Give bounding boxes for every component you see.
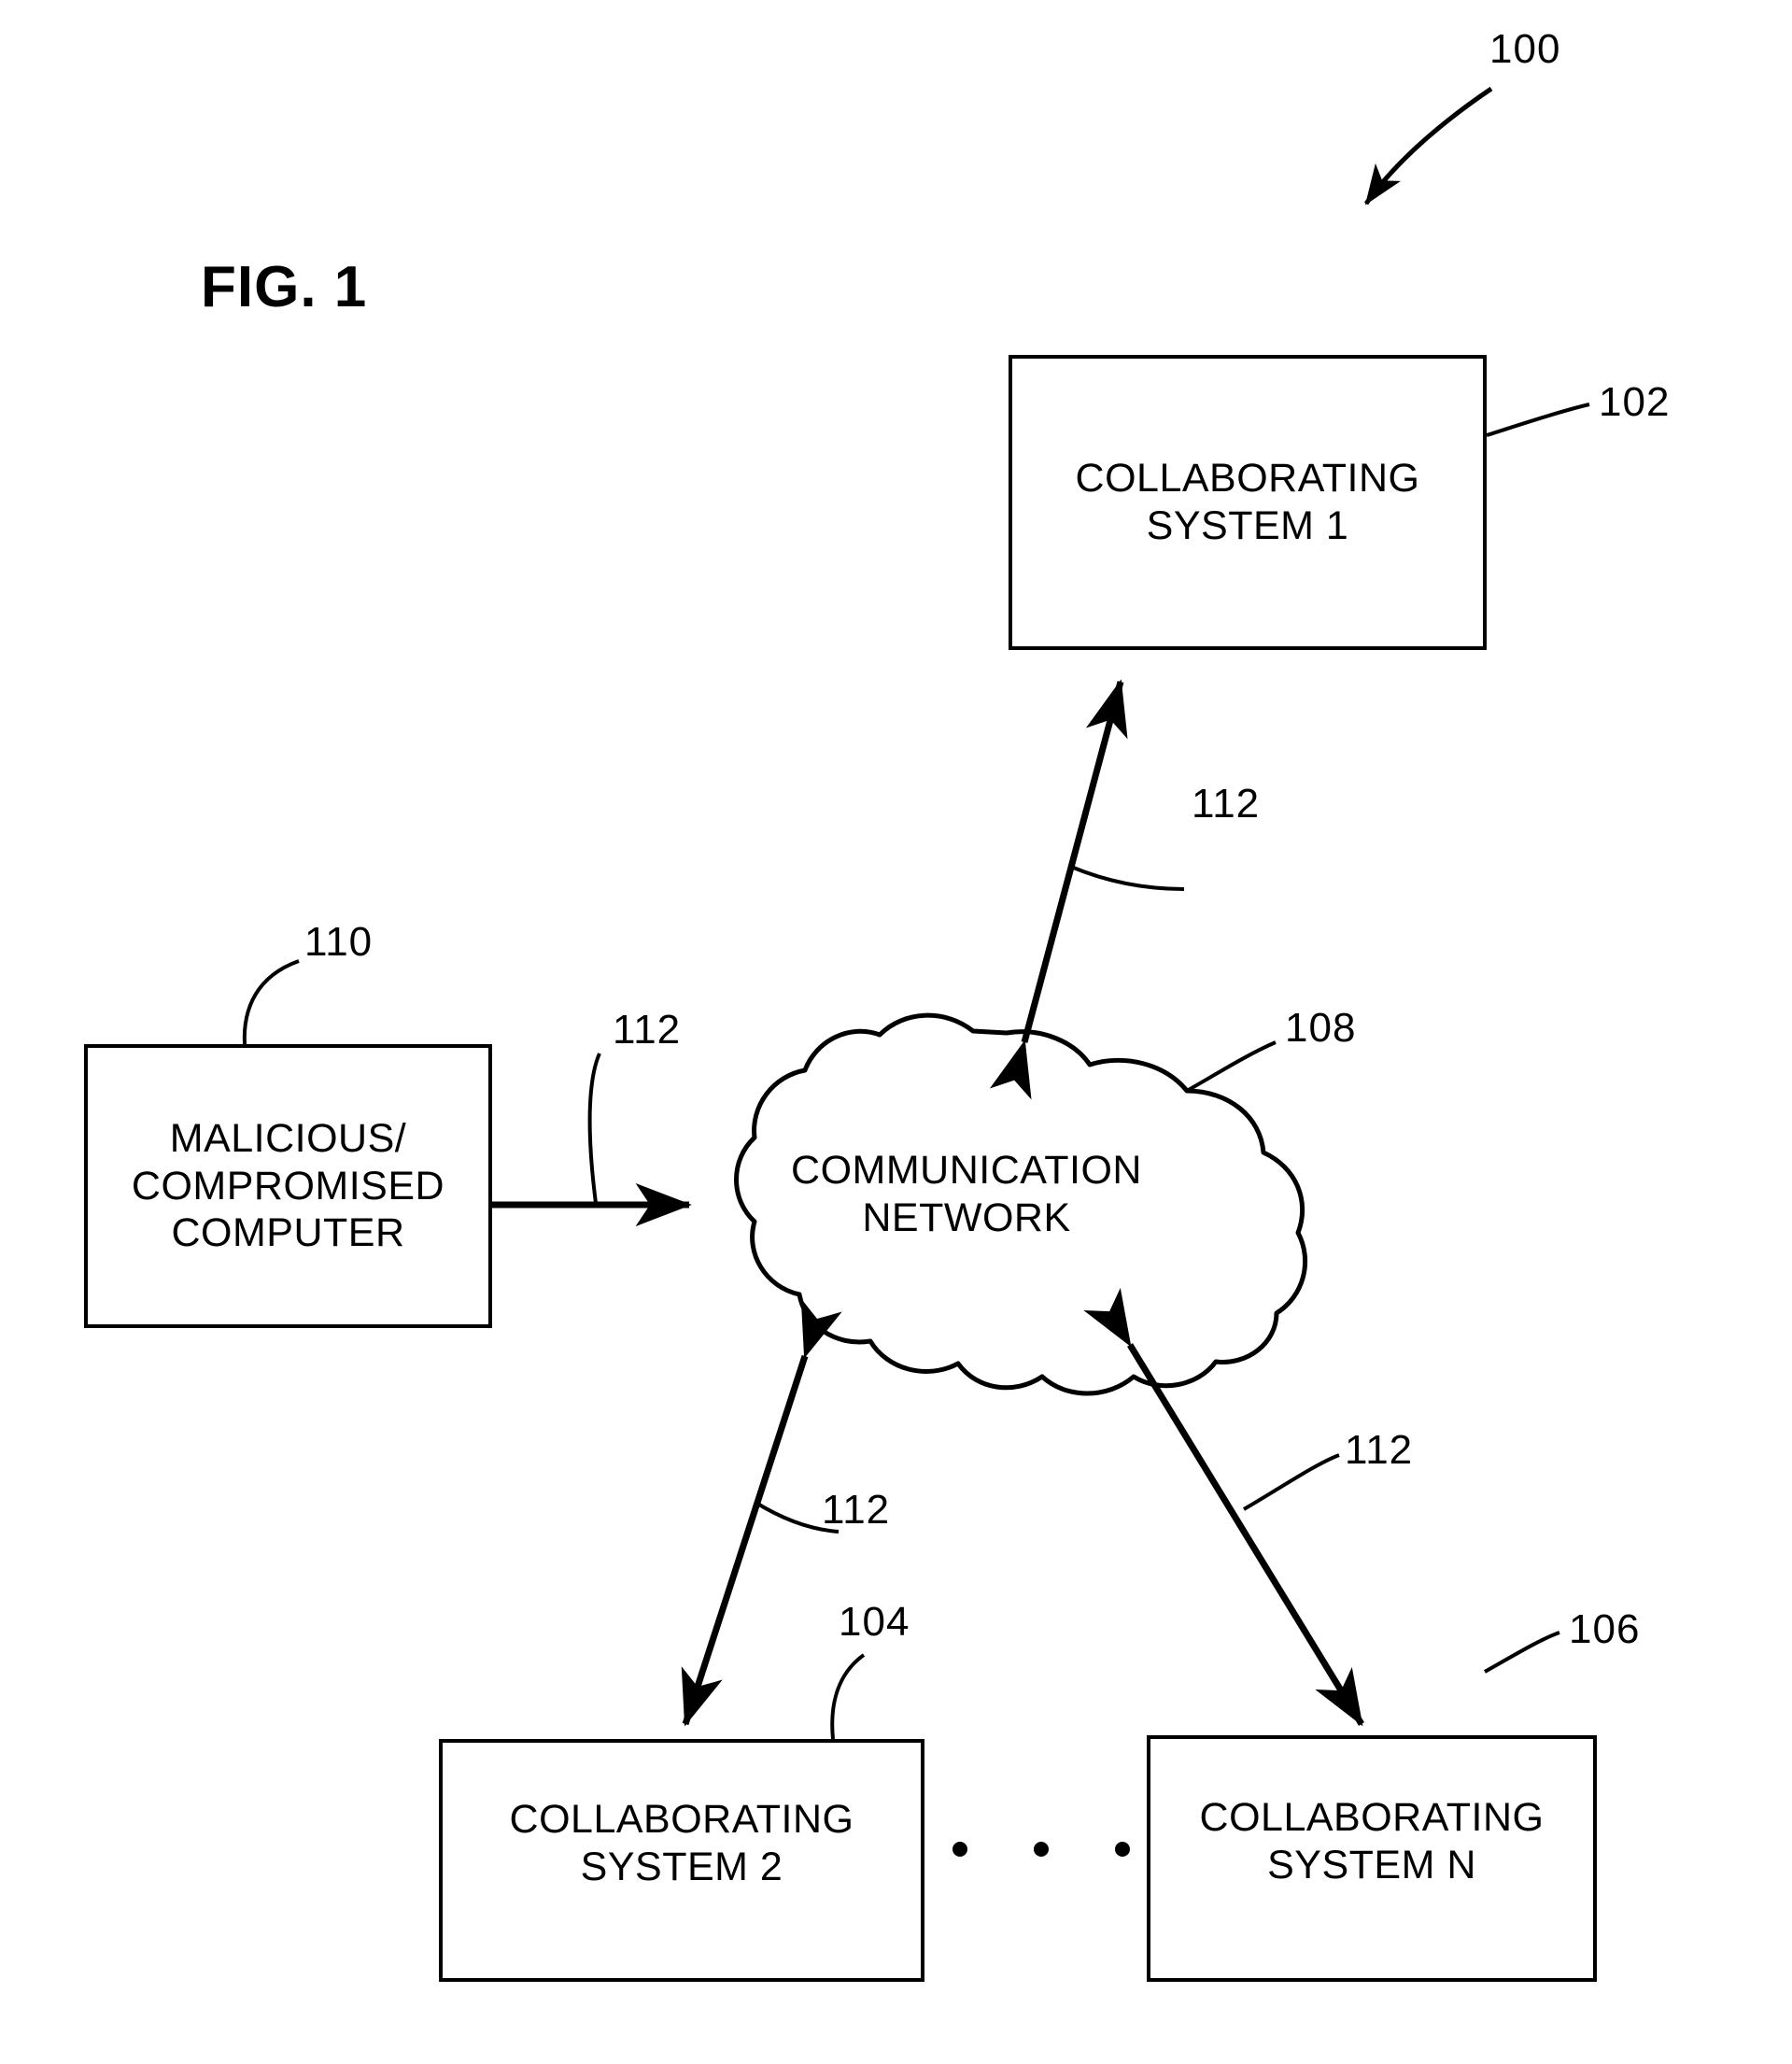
ellipsis-dot <box>1115 1842 1130 1857</box>
reference-numeral-102: 102 <box>1599 379 1671 425</box>
ellipsis-dot <box>952 1842 967 1857</box>
reference-numeral-112-bottom-right: 112 <box>1345 1427 1414 1473</box>
reference-numeral-110: 110 <box>304 919 374 965</box>
ellipsis-between-systems <box>952 1831 1130 1868</box>
connector-network-system2 <box>681 1298 842 1727</box>
figure-title: FIG. 1 <box>201 255 368 319</box>
patent-figure-page: FIG. 1 100 102 110 108 104 106 112 112 1… <box>0 0 1792 2064</box>
node-collaborating-system-n[interactable]: COLLABORATING SYSTEM N <box>1147 1735 1597 1982</box>
reference-numeral-104: 104 <box>839 1599 910 1645</box>
connector-network-system1 <box>989 679 1128 1100</box>
lead-line-102 <box>1486 403 1590 437</box>
node-label-collaborating-system-2: COLLABORATING SYSTEM 2 <box>509 1797 854 1889</box>
reference-numeral-106: 106 <box>1569 1606 1641 1652</box>
lead-line-100 <box>1363 86 1493 205</box>
node-label-communication-network: COMMUNICATION NETWORK <box>791 1148 1142 1240</box>
reference-numeral-108: 108 <box>1285 1005 1357 1051</box>
node-malicious-compromised-computer[interactable]: MALICIOUS/ COMPROMISED COMPUTER <box>84 1044 492 1328</box>
reference-numeral-112-left: 112 <box>613 1007 682 1053</box>
node-label-collaborating-system-1: COLLABORATING SYSTEM 1 <box>1075 456 1420 548</box>
node-collaborating-system-1[interactable]: COLLABORATING SYSTEM 1 <box>1009 355 1487 650</box>
connector-network-systemn <box>1083 1287 1364 1727</box>
lead-line-112-left <box>587 1053 601 1204</box>
lead-line-112-bottom-right <box>1242 1453 1340 1511</box>
reference-numeral-112-top: 112 <box>1192 781 1261 827</box>
ellipsis-dot <box>1034 1842 1049 1857</box>
lead-line-108 <box>1186 1040 1277 1093</box>
node-collaborating-system-2[interactable]: COLLABORATING SYSTEM 2 <box>439 1739 924 1982</box>
reference-numeral-112-bottom-left: 112 <box>822 1487 891 1533</box>
node-label-malicious-compromised-computer: MALICIOUS/ COMPROMISED COMPUTER <box>131 1115 445 1256</box>
lead-line-112-top <box>1070 865 1185 891</box>
lead-line-106 <box>1484 1631 1560 1674</box>
lead-line-110 <box>242 959 300 1045</box>
reference-numeral-100: 100 <box>1489 26 1561 72</box>
node-label-collaborating-system-n: COLLABORATING SYSTEM N <box>1199 1795 1545 1887</box>
lead-line-104 <box>830 1653 866 1740</box>
